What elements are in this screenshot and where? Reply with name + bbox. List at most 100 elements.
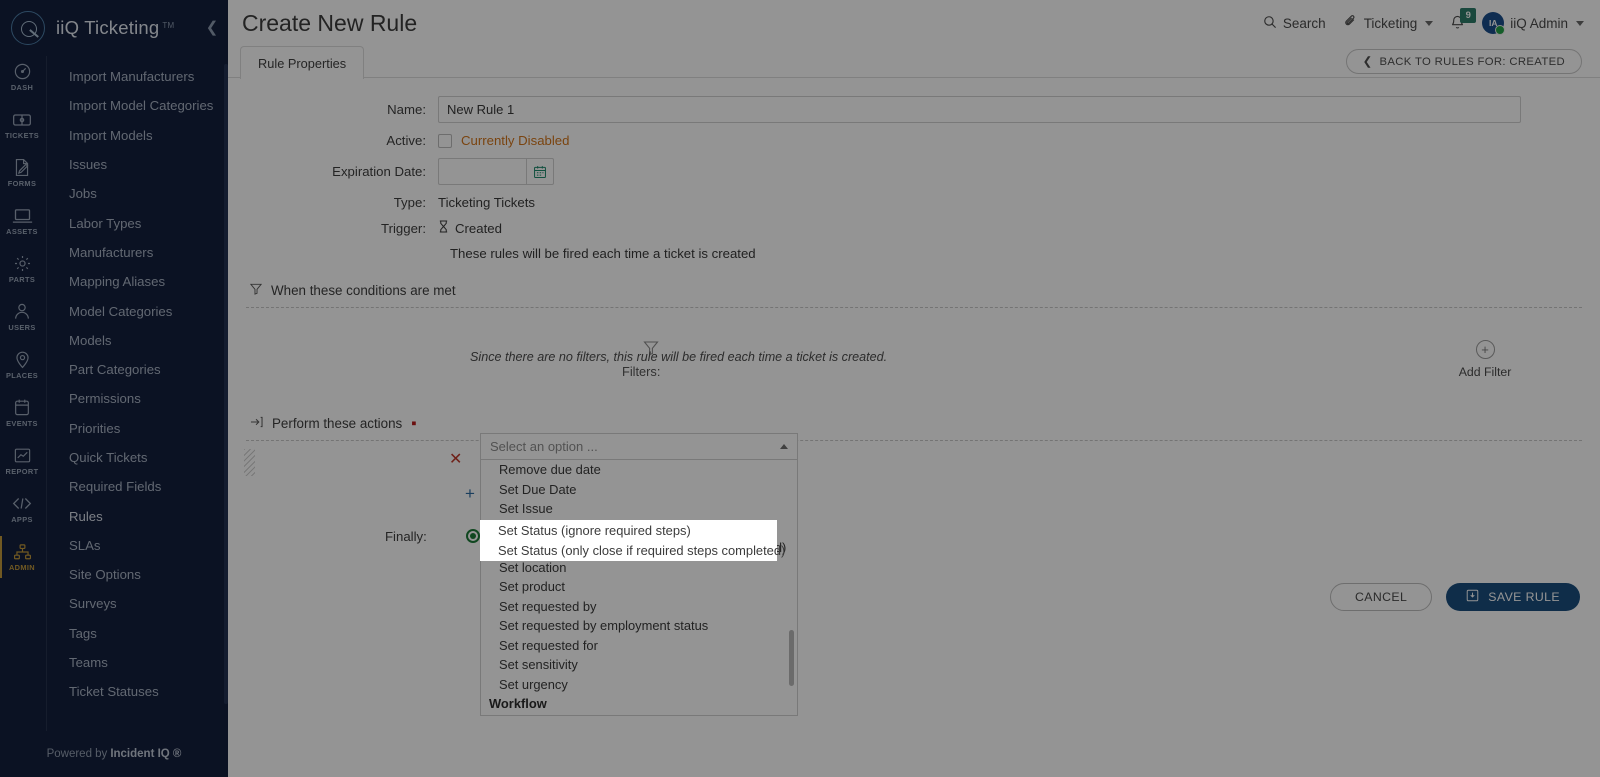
chevron-down-icon [1425,20,1434,26]
apps-icon [12,494,32,513]
action-option-list: Remove due date Set Due Date Set Issue S… [480,460,798,716]
sidebar-item-model-categories[interactable]: Model Categories [47,296,228,325]
option-group-label: Workflow [489,696,547,712]
sidebar-item-permissions[interactable]: Permissions [47,384,228,413]
type-value: Ticketing Tickets [438,195,535,210]
menu-item-label: Ticket Statuses [69,684,159,700]
sidebar-item-part-categories[interactable]: Part Categories [47,355,228,384]
finally-radio[interactable] [466,529,480,543]
sidebar-item-teams[interactable]: Teams [47,648,228,677]
rail-item-dash[interactable]: DASH [0,56,44,98]
dropdown-scrollbar[interactable] [789,630,794,686]
chevron-left-icon: ❮ [1362,56,1373,68]
sidebar-item-surveys[interactable]: Surveys [47,589,228,618]
menu-item-label: Quick Tickets [69,450,148,465]
chart-icon [13,446,32,465]
chevron-left-icon[interactable]: ❮ [204,19,220,37]
remove-action-button[interactable]: ✕ [449,452,462,468]
rail-label: PARTS [8,275,36,284]
rail-label: PLACES [5,371,39,380]
option-set-requested-for[interactable]: Set requested for [481,636,797,656]
option-set-urgency[interactable]: Set urgency [481,675,797,695]
user-menu[interactable]: IA iiQ Admin [1482,12,1584,35]
rail-item-places[interactable]: PLACES [0,344,44,386]
sidebar-item-tags[interactable]: Tags [47,619,228,648]
option-set-issue[interactable]: Set Issue [481,499,797,519]
add-filter-button[interactable]: + Add Filter [1448,340,1522,379]
sidebar-item-import-model-categories[interactable]: Import Model Categories [47,91,228,120]
sidebar-item-slas[interactable]: SLAs [47,531,228,560]
sidebar-item-rules[interactable]: Rules [47,501,228,530]
expiration-date-input[interactable] [438,158,526,185]
sidebar-item-issues[interactable]: Issues [47,150,228,179]
cancel-button[interactable]: CANCEL [1329,583,1433,611]
brand-name-text: iiQ Ticketing [56,17,160,38]
sidebar-item-import-models[interactable]: Import Models [47,121,228,150]
option-group-workflow: Workflow [481,694,797,714]
sidebar-item-import-manufacturers[interactable]: Import Manufacturers [47,62,228,91]
trigger-row: Trigger: Created [228,220,1600,236]
option-remove-due-date[interactable]: Remove due date [481,460,797,480]
menu-item-label: Model Categories [69,303,173,319]
rail-item-parts[interactable]: PARTS [0,248,44,290]
save-rule-button[interactable]: SAVE RULE [1446,583,1580,611]
rail-item-users[interactable]: USERS [0,296,44,338]
rail-item-admin[interactable]: ADMIN [0,536,44,578]
rail-item-tickets[interactable]: TICKETS [0,104,44,146]
sidebar-item-mapping-aliases[interactable]: Mapping Aliases [47,267,228,296]
tab-rule-properties[interactable]: Rule Properties [240,46,365,79]
rail-item-forms[interactable]: FORMS [0,152,44,194]
brand-bar: iiQ Ticketing TM ❮ [0,0,228,56]
active-checkbox[interactable] [438,133,452,148]
name-input[interactable]: New Rule 1 [438,96,1521,123]
tab-label: Rule Properties [258,55,347,71]
option-label: Set location [499,559,567,575]
name-label: Name: [387,102,426,117]
option-set-requested-by-employment-status[interactable]: Set requested by employment status [481,616,797,636]
product-switcher[interactable]: Ticketing [1343,14,1434,32]
expiration-row: Expiration Date: [228,158,1600,185]
option-set-requested-by[interactable]: Set requested by [481,597,797,617]
option-label: Set requested by employment status [499,618,709,634]
rail-item-report[interactable]: REPORT [0,440,44,482]
action-select-input[interactable]: Select an option ... [480,433,798,460]
highlighted-option-set-status-ignore-required-steps[interactable]: Set Status (ignore required steps) [480,521,777,541]
rail-label: EVENTS [6,419,38,428]
search-button[interactable]: Search [1263,15,1326,32]
paperclip-icon [1343,14,1358,32]
menu-item-label: Manufacturers [69,244,154,260]
cancel-label: CANCEL [1354,590,1408,604]
notifications-button[interactable]: 9 [1450,7,1477,33]
action-select-dropdown: Select an option ... Remove due date Set… [480,433,798,716]
sidebar: iiQ Ticketing TM ❮ DASH TICKETS FORMS ASS… [0,0,228,777]
incident-iq-brand: Incident IQ ® [110,748,182,760]
rail-label: APPS [11,515,33,524]
option-set-sensitivity[interactable]: Set sensitivity [481,655,797,675]
sidebar-item-quick-tickets[interactable]: Quick Tickets [47,443,228,472]
sidebar-item-required-fields[interactable]: Required Fields [47,472,228,501]
sidebar-item-ticket-statuses[interactable]: Ticket Statuses [47,677,228,706]
sidebar-item-models[interactable]: Models [47,326,228,355]
sidebar-item-site-options[interactable]: Site Options [47,560,228,589]
back-to-rules-button[interactable]: ❮ BACK TO RULES FOR: CREATED [1345,49,1582,74]
option-set-product[interactable]: Set product [481,577,797,597]
rail-label: DASH [10,83,34,92]
drag-handle-icon[interactable] [244,449,255,476]
add-action-button[interactable]: + [465,485,475,502]
sidebar-scrollbar[interactable] [224,64,228,704]
option-set-due-date[interactable]: Set Due Date [481,480,797,500]
rail-item-assets[interactable]: ASSETS [0,200,44,242]
expiration-label: Expiration Date: [332,164,426,179]
sidebar-item-labor-types[interactable]: Labor Types [47,208,228,237]
calendar-icon[interactable] [526,158,554,185]
sidebar-item-jobs[interactable]: Jobs [47,179,228,208]
rail-item-apps[interactable]: APPS [0,488,44,530]
plus-circle-icon: + [1475,340,1495,359]
rail-label: USERS [8,323,36,332]
menu-item-label: SLAs [69,537,101,553]
sidebar-item-priorities[interactable]: Priorities [47,414,228,443]
highlighted-option-set-status-only-close-if-required-steps-completed[interactable]: Set Status (only close if required steps… [480,541,785,561]
option-label: Set sensitivity [499,657,578,673]
rail-item-events[interactable]: EVENTS [0,392,44,434]
sidebar-item-manufacturers[interactable]: Manufacturers [47,238,228,267]
